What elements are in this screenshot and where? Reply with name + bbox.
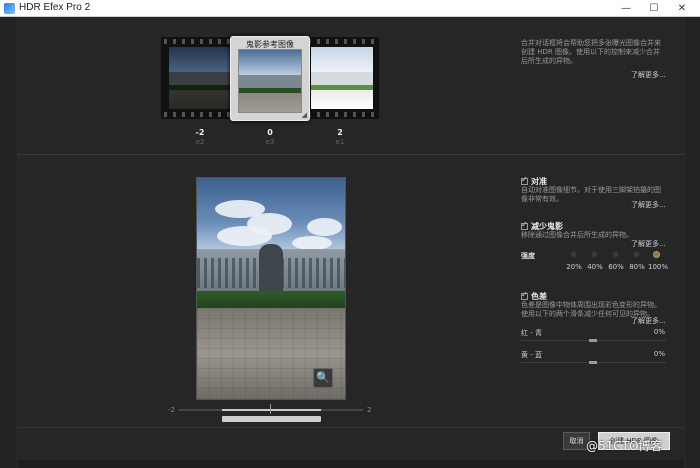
strength-radio-selected[interactable] bbox=[653, 251, 660, 258]
strength-option-label: 40% bbox=[587, 263, 603, 271]
ev-tag: e1 bbox=[335, 138, 345, 146]
yellow-blue-label: 黄 - 蓝 bbox=[521, 351, 542, 359]
ghost-learn-more-link[interactable]: 了解更多... bbox=[631, 239, 666, 249]
window-title: HDR Efex Pro 2 bbox=[19, 2, 91, 13]
section-divider bbox=[18, 154, 684, 155]
exposure-min-label: -2 bbox=[168, 406, 175, 414]
merge-learn-more-link[interactable]: 了解更多... bbox=[631, 70, 666, 80]
ev-value: 0 bbox=[267, 128, 273, 137]
ev-value: -2 bbox=[195, 128, 205, 137]
thumb-overexposed[interactable] bbox=[311, 47, 373, 109]
thumb-normal bbox=[238, 49, 302, 113]
title-bar: HDR Efex Pro 2 — ☐ ✕ bbox=[0, 0, 700, 17]
align-learn-more-link[interactable]: 了解更多... bbox=[631, 200, 666, 210]
yellow-blue-value: 0% bbox=[653, 350, 665, 358]
merge-description: 合并对话框将会帮助您把多张曝光图像合并来创建 HDR 图像。使用以下的控制来减少… bbox=[521, 39, 661, 65]
strength-radio[interactable] bbox=[591, 251, 598, 258]
chromatic-learn-more-link[interactable]: 了解更多... bbox=[631, 316, 666, 326]
red-cyan-label: 红 - 青 bbox=[521, 329, 542, 337]
red-cyan-value: 0% bbox=[653, 328, 665, 336]
minimize-button[interactable]: — bbox=[612, 0, 640, 17]
strength-option-label: 20% bbox=[566, 263, 582, 271]
close-button[interactable]: ✕ bbox=[668, 0, 696, 17]
yellow-blue-slider-knob[interactable] bbox=[589, 361, 597, 364]
ev-tag: e3 bbox=[265, 138, 275, 146]
checkbox-icon bbox=[521, 175, 528, 185]
background-left bbox=[0, 17, 18, 468]
strength-label: 强度 bbox=[521, 252, 535, 260]
strength-option-label: 80% bbox=[629, 263, 645, 271]
checkbox-icon bbox=[521, 290, 528, 300]
exposure-max-label: 2 bbox=[367, 406, 372, 414]
checkbox-icon bbox=[521, 220, 528, 230]
strength-radio[interactable] bbox=[633, 251, 640, 258]
background-right bbox=[684, 17, 700, 468]
align-title: 对准 bbox=[531, 177, 547, 186]
strength-radio[interactable] bbox=[570, 251, 577, 258]
thumb-underexposed[interactable] bbox=[169, 47, 231, 109]
strength-option-label: 100% bbox=[648, 263, 669, 271]
exposure-slider-center-tick bbox=[270, 404, 271, 414]
app-icon bbox=[4, 3, 15, 14]
ghost-title: 减少鬼影 bbox=[531, 222, 563, 231]
ev-tag: e2 bbox=[195, 138, 205, 146]
magnifier-icon[interactable]: 🔍 bbox=[313, 368, 333, 388]
watermark: @51CTO博客 bbox=[586, 439, 663, 453]
exposure-range-handle[interactable] bbox=[222, 416, 321, 422]
red-cyan-slider-knob[interactable] bbox=[589, 339, 597, 342]
ev-value: 2 bbox=[337, 128, 343, 137]
exposure-slider-range bbox=[222, 409, 321, 411]
maximize-button[interactable]: ☐ bbox=[640, 0, 668, 17]
strength-radio[interactable] bbox=[612, 251, 619, 258]
thumb-reference-selected[interactable]: 鬼影参考图像 ◢ bbox=[230, 36, 310, 121]
merged-preview-image bbox=[196, 177, 346, 400]
footer-divider bbox=[18, 427, 684, 428]
corner-indicator-icon: ◢ bbox=[301, 111, 307, 119]
strength-option-label: 60% bbox=[608, 263, 624, 271]
chromatic-title: 色差 bbox=[531, 292, 547, 301]
